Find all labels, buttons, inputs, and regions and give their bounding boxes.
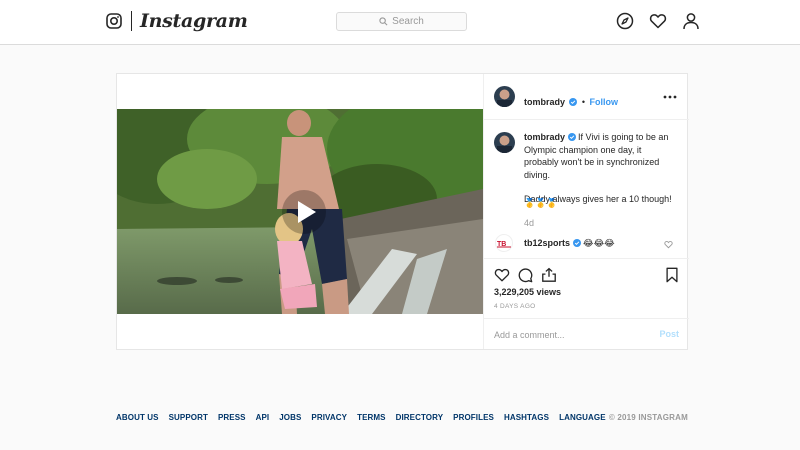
comment-icon[interactable] (517, 267, 533, 283)
caption-avatar[interactable] (494, 132, 515, 153)
search-icon (379, 17, 388, 26)
footer-link-about-us[interactable]: ABOUT US (116, 413, 159, 422)
add-comment-bar: Post (484, 318, 689, 350)
comment-input[interactable] (494, 328, 644, 342)
footer-link-press[interactable]: PRESS (218, 413, 246, 422)
view-count[interactable]: 3,229,205 views (494, 287, 561, 297)
instagram-wordmark[interactable]: Instagram (140, 10, 248, 32)
follow-button[interactable]: Follow (590, 97, 619, 107)
caption-text-line: If Vivi is going to be an (578, 132, 669, 142)
footer-link-profiles[interactable]: PROFILES (453, 413, 494, 422)
explore-compass-icon[interactable] (616, 12, 634, 30)
header-identity: tomb​rady • Follow (524, 92, 618, 110)
comments-section: tomb​rady If Vivi is going to be an Olym… (484, 120, 689, 258)
caption-text-line: diving. (524, 169, 551, 180)
footer-link-privacy[interactable]: PRIVACY (311, 413, 347, 422)
logo-divider (131, 11, 132, 31)
footer-link-api[interactable]: API (256, 413, 270, 422)
caption-time[interactable]: 4d (524, 218, 534, 228)
verified-badge-icon (572, 239, 581, 247)
footer-link-language[interactable]: LANGUAGE (559, 413, 606, 422)
post-actions: 3,229,205 views 4 DAYS AGO (484, 258, 689, 318)
post-card: tomb​rady • Follow (116, 73, 689, 350)
post-header: tomb​rady • Follow (484, 74, 689, 120)
caption-username[interactable]: tomb​rady (524, 132, 565, 142)
footer-link-hashtags[interactable]: HASHTAGS (504, 413, 549, 422)
copyright: © 2019 INSTAGRAM (608, 413, 688, 422)
avatar[interactable] (494, 86, 515, 107)
medal-emojis: 🥇🥇🥇 (524, 198, 558, 208)
caption-text-line: Olympic champion one day, it (524, 144, 642, 155)
verified-badge-icon (569, 98, 578, 106)
footer: ABOUT US SUPPORT PRESS API JOBS PRIVACY … (116, 413, 688, 425)
comment-row: TB tb12sports 😂😂😂 (492, 234, 682, 256)
post-sidebar: tomb​rady • Follow (483, 74, 689, 350)
follow-separator: • (581, 97, 586, 107)
share-icon[interactable] (541, 267, 557, 283)
top-nav: Instagram Search (0, 0, 800, 45)
instagram-glyph-icon[interactable] (106, 13, 122, 29)
footer-links: ABOUT US SUPPORT PRESS API JOBS PRIVACY … (116, 413, 688, 422)
comment-like-icon[interactable] (664, 240, 673, 249)
footer-link-support[interactable]: SUPPORT (169, 413, 208, 422)
post-video[interactable] (117, 109, 483, 314)
verified-badge-icon (567, 133, 576, 141)
post-date[interactable]: 4 DAYS AGO (494, 303, 536, 310)
footer-link-jobs[interactable]: JOBS (279, 413, 301, 422)
heart-icon[interactable] (649, 12, 667, 30)
comment-body: tb12sports 😂😂😂 (524, 238, 615, 249)
profile-icon[interactable] (682, 12, 700, 30)
search-placeholder: Search (392, 16, 424, 27)
play-icon[interactable] (281, 189, 327, 235)
footer-link-directory[interactable]: DIRECTORY (396, 413, 444, 422)
search-box[interactable]: Search (336, 12, 467, 31)
tb12-logo-icon: TB (497, 241, 511, 248)
post-username[interactable]: tomb​rady (524, 97, 565, 107)
avatar-image (494, 86, 515, 107)
tb12-avatar[interactable]: TB (495, 234, 513, 252)
bookmark-icon[interactable] (664, 267, 680, 283)
more-options-icon[interactable] (663, 95, 677, 99)
caption-text-line: probably won't be in synchronized (524, 157, 660, 167)
post-caption: tomb​rady If Vivi is going to be an Olym… (524, 131, 674, 206)
like-icon[interactable] (494, 267, 510, 283)
comment-text: 😂😂😂 (583, 238, 615, 248)
caption-first-line: tomb​rady If Vivi is going to be an (524, 131, 674, 144)
post-comment-button[interactable]: Post (659, 329, 679, 339)
avatar-image (494, 132, 515, 153)
comment-username[interactable]: tb12sports (524, 238, 570, 248)
footer-link-terms[interactable]: TERMS (357, 413, 386, 422)
